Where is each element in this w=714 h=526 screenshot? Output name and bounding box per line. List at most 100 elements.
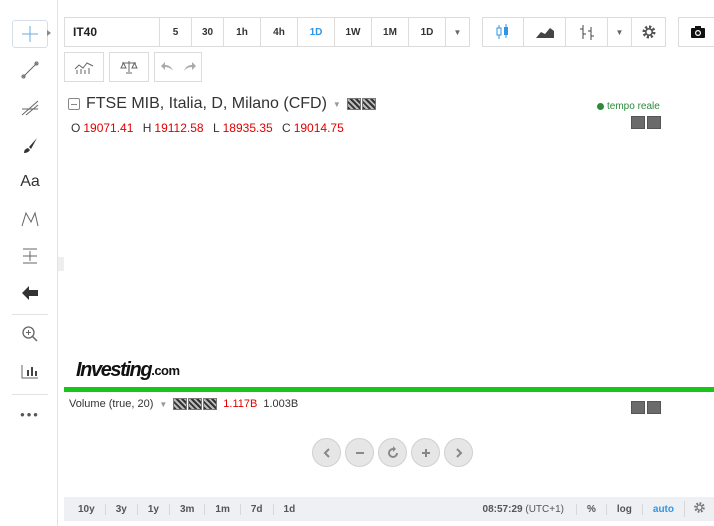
range-1y-button[interactable]: 1y	[136, 503, 169, 515]
pane-maximize-icon[interactable]	[647, 401, 661, 414]
plus-icon	[421, 448, 430, 457]
pane-minimize-icon[interactable]	[631, 401, 645, 414]
bars-chart-button[interactable]	[566, 17, 608, 47]
close-label: C	[282, 121, 291, 135]
trend-line-tool[interactable]	[12, 56, 48, 84]
brush-tool[interactable]	[12, 131, 48, 159]
pane-minimize-icon[interactable]	[631, 116, 645, 129]
drawing-toolbar: Aa •••	[0, 0, 58, 526]
investing-logo: Investing .com	[66, 354, 204, 386]
undo-icon[interactable]	[160, 61, 174, 73]
range-1d-button[interactable]: 1d	[272, 503, 306, 515]
interval-label: 5	[172, 26, 179, 38]
range-3m-button[interactable]: 3m	[168, 503, 204, 515]
resolution-label: 1D	[420, 26, 434, 38]
toolbar-collapse-handle[interactable]	[58, 257, 64, 271]
zoom-out-button[interactable]	[345, 438, 374, 467]
high-label: H	[142, 121, 152, 135]
volume-hide-icon[interactable]	[173, 398, 188, 410]
fibonacci-icon	[21, 100, 39, 116]
scales-icon	[120, 61, 138, 74]
chart-type-dropdown-button[interactable]: ▼	[608, 17, 632, 47]
legend-dropdown-icon[interactable]: ▼	[333, 100, 341, 109]
interval-1d-button[interactable]: 1D	[298, 17, 335, 47]
interval-label: 1W	[345, 26, 361, 38]
logo-suffix: .com	[151, 362, 180, 378]
percent-scale-button[interactable]: %	[575, 503, 606, 515]
dropdown-arrow-icon: ▼	[453, 27, 462, 37]
auto-scale-button[interactable]: auto	[641, 503, 684, 515]
ohlc-bars-icon	[579, 25, 594, 40]
range-1m-button[interactable]: 1m	[204, 503, 239, 515]
interval-1m-button[interactable]: 1M	[372, 17, 409, 47]
chevron-left-icon	[323, 447, 330, 458]
compare-button[interactable]	[109, 52, 149, 82]
interval-dropdown-button[interactable]: ▼	[446, 17, 470, 47]
pane-maximize-icon[interactable]	[647, 116, 661, 129]
indicators-button[interactable]	[64, 52, 104, 82]
series-settings-icon[interactable]	[361, 98, 376, 110]
toolbar-separator	[12, 314, 48, 315]
top-toolbar: IT40 5 30 1h 4h 1D 1W 1M 1D ▼ ▼	[64, 17, 714, 47]
text-tool-label: Aa	[20, 173, 40, 190]
interval-1w-button[interactable]: 1W	[335, 17, 372, 47]
pattern-icon	[21, 211, 39, 227]
interval-4h-button[interactable]: 4h	[261, 17, 298, 47]
scale-settings-button[interactable]	[684, 501, 714, 517]
interval-5-button[interactable]: 5	[160, 17, 192, 47]
settings-button[interactable]	[632, 17, 666, 47]
volume-settings-icon[interactable]	[188, 398, 203, 410]
secondary-toolbar	[64, 52, 202, 82]
volume-dropdown-icon[interactable]: ▼	[159, 400, 167, 409]
measure-tool[interactable]	[12, 242, 48, 270]
reset-icon	[387, 445, 398, 458]
remove-drawings-tool[interactable]	[12, 279, 48, 307]
clock-display[interactable]: 08:57:29 (UTC+1)	[471, 504, 576, 515]
chevron-right-icon	[455, 447, 462, 458]
hide-series-icon[interactable]	[346, 98, 361, 110]
ruler-chart-icon	[21, 365, 38, 379]
pattern-tool[interactable]	[12, 205, 48, 233]
low-value: 18935.35	[222, 121, 273, 135]
zoom-in-tool[interactable]	[12, 320, 48, 348]
area-chart-button[interactable]	[524, 17, 566, 47]
indicator-tool[interactable]	[12, 357, 48, 385]
zoom-in-button[interactable]	[411, 438, 440, 467]
bottom-right-controls: 08:57:29 (UTC+1) % log auto	[471, 501, 714, 517]
crosshair-expand-icon[interactable]	[47, 30, 51, 36]
volume-value: 1.117B	[223, 398, 258, 410]
interval-label: 1D	[309, 26, 323, 38]
log-scale-button[interactable]: log	[605, 503, 642, 515]
scroll-right-button[interactable]	[444, 438, 473, 467]
symbol-search-input[interactable]: IT40	[64, 17, 160, 47]
collapse-legend-icon[interactable]	[68, 98, 80, 110]
realtime-dot-icon	[597, 103, 604, 110]
camera-icon	[691, 26, 705, 38]
reset-button[interactable]	[378, 438, 407, 467]
crosshair-tool[interactable]	[12, 20, 48, 48]
range-3y-button[interactable]: 3y	[104, 503, 137, 515]
scroll-left-button[interactable]	[312, 438, 341, 467]
range-10y-button[interactable]: 10y	[64, 504, 105, 515]
pane-divider[interactable]	[64, 387, 714, 392]
interval-label: 1h	[236, 26, 248, 38]
area-chart-icon	[535, 28, 554, 38]
more-tools-button[interactable]: •••	[12, 400, 48, 428]
gear-icon	[694, 502, 705, 513]
fib-tool[interactable]	[12, 94, 48, 122]
volume-remove-icon[interactable]	[203, 398, 218, 410]
clock-time: 08:57:29	[482, 503, 523, 515]
resolution-button[interactable]: 1D	[409, 17, 446, 47]
text-tool[interactable]: Aa	[12, 168, 48, 196]
open-label: O	[71, 121, 81, 135]
range-7d-button[interactable]: 7d	[239, 503, 273, 515]
bottom-toolbar: 10y 3y 1y 3m 1m 7d 1d 08:57:29 (UTC+1) %…	[64, 497, 714, 521]
redo-icon[interactable]	[183, 61, 197, 73]
candles-button[interactable]	[482, 17, 524, 47]
interval-1h-button[interactable]: 1h	[224, 17, 261, 47]
realtime-label: tempo reale	[607, 101, 660, 112]
interval-30-button[interactable]: 30	[192, 17, 224, 47]
screenshot-button[interactable]	[678, 17, 714, 47]
dropdown-arrow-icon: ▼	[615, 27, 624, 37]
gear-icon	[642, 25, 655, 39]
